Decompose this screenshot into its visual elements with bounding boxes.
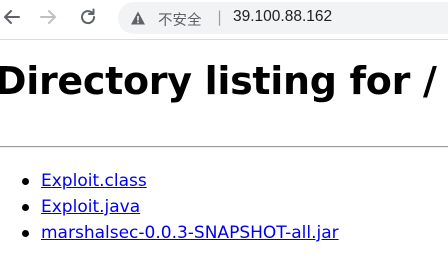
back-button[interactable] bbox=[0, 5, 24, 29]
security-status-label[interactable]: 不安全 bbox=[158, 9, 202, 30]
arrow-right-icon bbox=[40, 10, 56, 24]
file-link-exploit-java[interactable]: Exploit.java bbox=[41, 197, 140, 217]
browser-toolbar: 不安全 | 39.100.88.162 bbox=[0, 0, 448, 34]
file-list: Exploit.class Exploit.java marshalsec-0.… bbox=[0, 168, 339, 246]
horizontal-rule bbox=[0, 146, 448, 148]
list-item: Exploit.java bbox=[0, 194, 339, 220]
bullet-icon bbox=[22, 230, 29, 237]
warning-triangle-icon[interactable] bbox=[130, 10, 146, 26]
file-link-marshalsec-jar[interactable]: marshalsec-0.0.3-SNAPSHOT-all.jar bbox=[41, 223, 339, 243]
page-title: Directory listing for / bbox=[0, 59, 437, 103]
address-bar[interactable]: 不安全 | 39.100.88.162 bbox=[118, 2, 448, 34]
bullet-icon bbox=[22, 204, 29, 211]
url-text[interactable]: 39.100.88.162 bbox=[233, 8, 332, 26]
bullet-icon bbox=[22, 178, 29, 185]
file-link-exploit-class[interactable]: Exploit.class bbox=[41, 171, 147, 191]
reload-icon bbox=[81, 8, 96, 25]
omnibox-separator: | bbox=[217, 8, 223, 26]
forward-button[interactable] bbox=[36, 5, 60, 29]
reload-button[interactable] bbox=[76, 5, 100, 29]
arrow-left-icon bbox=[4, 10, 20, 24]
toolbar-divider bbox=[0, 39, 448, 40]
list-item: marshalsec-0.0.3-SNAPSHOT-all.jar bbox=[0, 220, 339, 246]
list-item: Exploit.class bbox=[0, 168, 339, 194]
